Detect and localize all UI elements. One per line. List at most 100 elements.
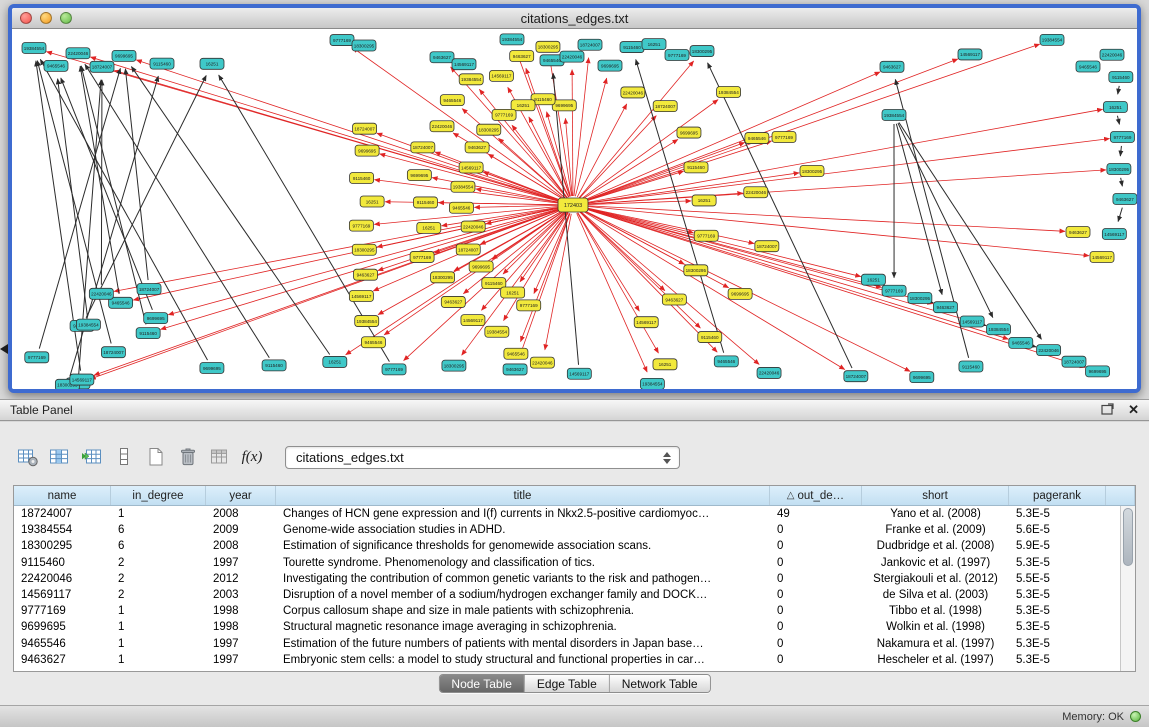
table-row[interactable]: 977716911998Corpus callosum shape and si… xyxy=(14,603,1120,619)
graph-node[interactable]: 9465546 xyxy=(504,348,528,359)
graph-node[interactable]: 9699695 xyxy=(112,50,136,61)
graph-node[interactable]: 9777169 xyxy=(694,230,718,241)
table-row[interactable]: 946362711997Embryonic stem cells: a mode… xyxy=(14,652,1120,668)
graph-node[interactable]: 9699695 xyxy=(144,313,168,324)
graph-node[interactable]: 19384554 xyxy=(987,324,1011,335)
graph-node[interactable]: 18300295 xyxy=(536,41,560,52)
graph-node[interactable]: 9465546 xyxy=(361,337,385,348)
graph-node[interactable]: 9115460 xyxy=(620,42,644,53)
graph-node[interactable]: 9463627 xyxy=(503,364,527,375)
graph-node[interactable]: 19384554 xyxy=(882,110,906,121)
table-row[interactable]: 1872400712008Changes of HCN gene express… xyxy=(14,506,1120,522)
graph-node[interactable]: 18300295 xyxy=(442,360,466,371)
table-row[interactable]: 946554611997Estimation of the future num… xyxy=(14,636,1120,652)
graph-node[interactable]: 22420046 xyxy=(430,121,454,132)
graph-node[interactable]: 16251 xyxy=(360,196,384,207)
graph-node[interactable]: 19384554 xyxy=(76,319,100,330)
graph-node[interactable]: 19384554 xyxy=(1040,34,1064,45)
graph-node[interactable]: 9463627 xyxy=(933,302,957,313)
manage-columns-icon[interactable] xyxy=(46,445,74,469)
graph-node[interactable]: 9699695 xyxy=(728,288,752,299)
graph-node[interactable]: 9465546 xyxy=(449,202,473,213)
graph-node[interactable]: 22420046 xyxy=(1100,49,1124,60)
graph-node[interactable]: 9115460 xyxy=(413,197,437,208)
graph-node[interactable]: 9115460 xyxy=(1109,72,1133,83)
table-row[interactable]: 1938455462009Genome-wide association stu… xyxy=(14,522,1120,538)
graph-node[interactable]: 9777169 xyxy=(882,285,906,296)
graph-node[interactable]: 22420046 xyxy=(560,51,584,62)
graph-node[interactable]: 9699695 xyxy=(677,127,701,138)
graph-node[interactable]: 18300295 xyxy=(690,46,714,57)
graph-node[interactable]: 9777169 xyxy=(665,49,689,60)
graph-node[interactable]: 19384554 xyxy=(500,34,524,45)
graph-node[interactable]: 9699695 xyxy=(552,100,576,111)
graph-node[interactable]: 9465546 xyxy=(1009,337,1033,348)
graph-node[interactable]: 9777169 xyxy=(330,35,354,46)
graph-node[interactable]: 18300295 xyxy=(477,124,501,135)
tab-node-table[interactable]: Node Table xyxy=(439,675,525,692)
graph-node[interactable]: 18724007 xyxy=(1062,356,1086,367)
graph-node[interactable]: 18300295 xyxy=(352,244,376,255)
graph-node[interactable]: 9115460 xyxy=(684,162,708,173)
graph-node[interactable]: 18724007 xyxy=(578,39,602,50)
graph-node[interactable]: 18300295 xyxy=(1107,164,1131,175)
table-row[interactable]: 969969511998Structural magnetic resonanc… xyxy=(14,619,1120,635)
graph-node[interactable]: 14569117 xyxy=(349,291,373,302)
graph-node[interactable]: 16251 xyxy=(1103,102,1127,113)
graph-node[interactable]: 18724007 xyxy=(755,241,779,252)
graph-node[interactable]: 16251 xyxy=(642,39,666,50)
graph-node[interactable]: 9465546 xyxy=(44,60,68,71)
graph-node[interactable]: 9777169 xyxy=(1110,132,1134,143)
graph-node[interactable]: 14569117 xyxy=(1090,252,1114,263)
network-view[interactable]: 1724039699695911546016251977716918300295… xyxy=(12,29,1137,389)
graph-node[interactable]: 16251 xyxy=(417,222,441,233)
graph-node[interactable]: 9115460 xyxy=(350,173,374,184)
graph-node[interactable]: 22420046 xyxy=(757,367,781,378)
graph-node[interactable]: 14569117 xyxy=(567,368,591,379)
graph-node[interactable]: 22420046 xyxy=(89,288,113,299)
graph-node[interactable]: 14569117 xyxy=(958,49,982,60)
graph-node[interactable]: 9777169 xyxy=(410,251,434,262)
delete-table-icon[interactable] xyxy=(174,445,202,469)
graph-node[interactable]: 16251 xyxy=(501,287,525,298)
graph-node[interactable]: 9463627 xyxy=(465,142,489,153)
panel-collapse-arrow-icon[interactable] xyxy=(0,344,8,354)
graph-node[interactable]: 9777169 xyxy=(349,220,373,231)
create-table-icon[interactable] xyxy=(142,445,170,469)
graph-node[interactable]: 9699695 xyxy=(200,362,224,373)
graph-node[interactable]: 9777169 xyxy=(492,109,516,120)
column-header-name[interactable]: name xyxy=(14,486,111,505)
graph-node[interactable]: 9115460 xyxy=(136,328,160,339)
graph-node[interactable]: 22420046 xyxy=(461,221,485,232)
graph-node[interactable]: 9465546 xyxy=(440,95,464,106)
graph-node[interactable]: 9463627 xyxy=(430,52,454,63)
close-panel-icon[interactable]: ✕ xyxy=(1128,402,1139,418)
graph-node[interactable]: 19384554 xyxy=(459,74,483,85)
column-header-short[interactable]: short xyxy=(862,486,1009,505)
graph-node[interactable]: 18300295 xyxy=(431,272,455,283)
graph-node[interactable]: 9463627 xyxy=(441,296,465,307)
graph-node[interactable]: 16251 xyxy=(200,58,224,69)
graph-node[interactable]: 19384554 xyxy=(717,86,741,97)
graph-node[interactable]: 9463627 xyxy=(510,50,534,61)
graph-node[interactable]: 19384554 xyxy=(22,42,46,53)
graph-node[interactable]: 18724007 xyxy=(353,123,377,134)
graph-node[interactable]: 9777169 xyxy=(382,364,406,375)
graph-node[interactable]: 9699695 xyxy=(598,60,622,71)
graph-node[interactable]: 18724007 xyxy=(137,284,161,295)
function-builder-icon[interactable]: f(x) xyxy=(238,445,266,469)
graph-node[interactable]: 18724007 xyxy=(653,101,677,112)
graph-node[interactable]: 9699695 xyxy=(1086,366,1110,377)
tab-edge-table[interactable]: Edge Table xyxy=(525,675,610,692)
graph-node[interactable]: 18300295 xyxy=(908,292,932,303)
graph-node[interactable]: 9463627 xyxy=(354,269,378,280)
graph-node[interactable]: 14569117 xyxy=(452,59,476,70)
graph-node[interactable]: 16251 xyxy=(653,359,677,370)
window-title-bar[interactable]: citations_edges.txt xyxy=(12,8,1137,29)
graph-node[interactable]: 19384554 xyxy=(355,316,379,327)
table-row[interactable]: 1830029562008Estimation of significance … xyxy=(14,538,1120,554)
table-options-icon[interactable] xyxy=(206,445,234,469)
graph-node[interactable]: 19384554 xyxy=(640,378,664,389)
graph-node[interactable]: 22420046 xyxy=(1037,345,1061,356)
graph-node[interactable]: 18300295 xyxy=(684,265,708,276)
